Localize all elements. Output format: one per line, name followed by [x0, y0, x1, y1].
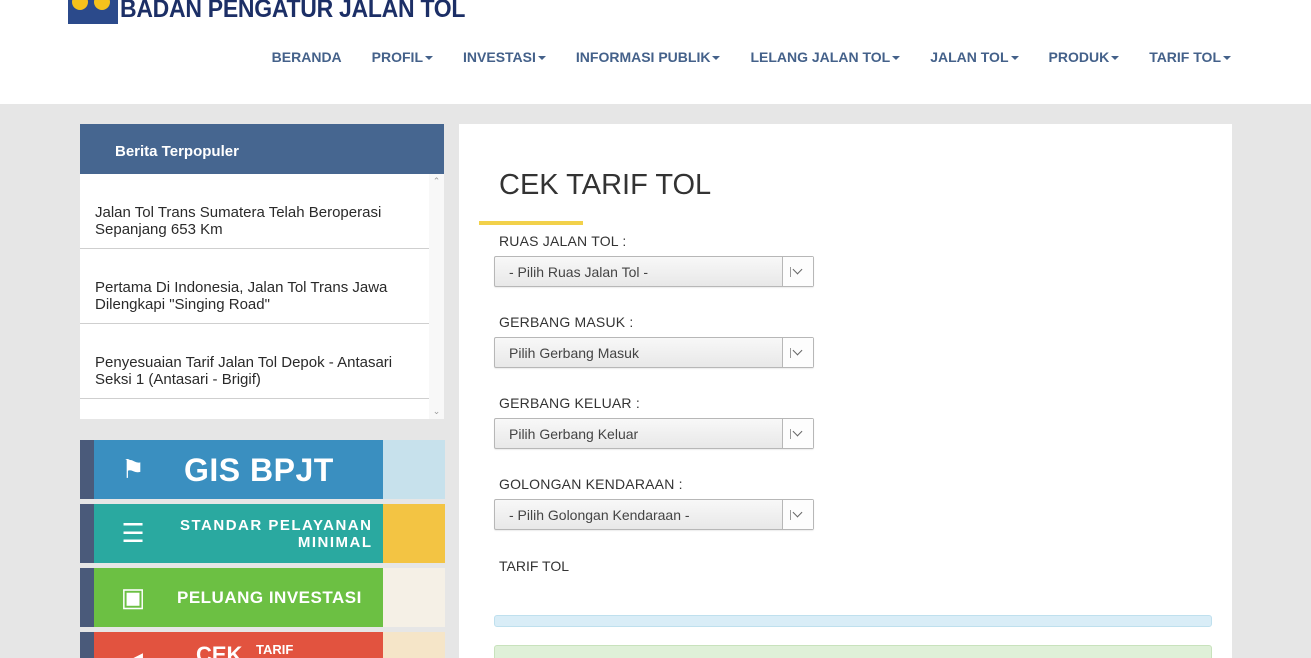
banner-label: PELUANG INVESTASI	[177, 588, 362, 607]
tarif-tol-label: TARIF TOL	[499, 558, 570, 574]
chevron-down-icon[interactable]	[782, 338, 813, 367]
ruas-select-value: - Pilih Ruas Jalan Tol -	[509, 264, 649, 280]
caret-down-icon	[1111, 56, 1120, 60]
golongan-label: GOLONGAN KENDARAAN :	[499, 476, 683, 492]
peluang-investasi-banner[interactable]: ▣ PELUANG INVESTASI	[80, 568, 445, 627]
nav-jalan-tol[interactable]: JALAN TOL	[930, 49, 1019, 65]
nav-lelang-jalan-tol[interactable]: LELANG JALAN TOL	[750, 49, 901, 65]
nav-beranda[interactable]: BERANDA	[272, 49, 342, 65]
map-pin-icon: ⚑	[121, 454, 145, 484]
caret-down-icon	[1010, 56, 1019, 60]
gis-bpjt-banner[interactable]: ⚑ GIS BPJT	[80, 440, 445, 499]
tarif-result-bar	[494, 615, 1212, 627]
nav-profil[interactable]: PROFIL	[371, 49, 434, 65]
nav-label: JALAN TOL	[930, 49, 1009, 65]
banner-label: GIS BPJT	[184, 452, 334, 488]
news-item[interactable]: Pertama Di Indonesia, Jalan Tol Trans Ja…	[80, 249, 429, 324]
nav-label: LELANG JALAN TOL	[750, 49, 891, 65]
popular-news-panel: Berita Terpopuler Jalan Tol Trans Sumate…	[80, 124, 444, 419]
nav-label: TARIF TOL	[1149, 49, 1221, 65]
scroll-up-icon[interactable]: ⌃	[432, 177, 441, 186]
caret-down-icon	[1223, 56, 1231, 60]
page-title: CEK TARIF TOL	[499, 169, 712, 201]
sidebar-banners: ⚑ GIS BPJT ☰ STANDAR PELAYANAN MINIMAL ▣ …	[80, 440, 445, 658]
popular-news-list: Jalan Tol Trans Sumatera Telah Beroperas…	[80, 174, 429, 419]
logo-text: BADAN PENGATUR JALAN TOL	[120, 0, 466, 23]
chevron-down-icon[interactable]	[782, 257, 813, 286]
gerbang-masuk-value: Pilih Gerbang Masuk	[509, 345, 639, 361]
cek-tarif-panel: CEK TARIF TOL RUAS JALAN TOL : - Pilih R…	[459, 124, 1232, 658]
site-header: BADAN PENGATUR JALAN TOL BERANDA PROFIL …	[0, 0, 1311, 104]
golongan-select[interactable]: - Pilih Golongan Kendaraan -	[494, 499, 814, 530]
nav-label: PRODUK	[1048, 49, 1110, 65]
caret-down-icon	[425, 56, 434, 60]
nav-produk[interactable]: PRODUK	[1049, 49, 1120, 65]
caret-down-icon	[712, 56, 721, 60]
money-illustration	[383, 632, 445, 658]
road-illustration	[383, 504, 445, 563]
standar-pelayanan-banner[interactable]: ☰ STANDAR PELAYANAN MINIMAL	[80, 504, 445, 563]
nav-label: PROFIL	[371, 49, 424, 65]
clipboard-icon: ☰	[121, 518, 145, 548]
scroll-down-icon[interactable]: ⌄	[432, 407, 441, 416]
chevron-down-icon[interactable]	[782, 500, 813, 529]
news-item[interactable]: Penyesuaian Tarif Jalan Tol Depok - Anta…	[80, 324, 429, 399]
popular-news-title: Berita Terpopuler	[80, 124, 444, 174]
title-underline	[479, 221, 583, 225]
banner-label: STANDAR PELAYANAN MINIMAL	[180, 517, 373, 551]
gerbang-keluar-select[interactable]: Pilih Gerbang Keluar	[494, 418, 814, 449]
main-nav: BERANDA PROFIL INVESTASI INFORMASI PUBLI…	[242, 49, 1231, 65]
cek-tarif-banner[interactable]: ◀ CEK TARIF	[80, 632, 445, 658]
nav-label: INFORMASI PUBLIK	[575, 49, 711, 65]
ruas-label: RUAS JALAN TOL :	[499, 233, 627, 249]
ruas-select[interactable]: - Pilih Ruas Jalan Tol -	[494, 256, 814, 287]
golongan-value: - Pilih Golongan Kendaraan -	[509, 507, 690, 523]
nav-informasi-publik[interactable]: INFORMASI PUBLIK	[576, 49, 721, 65]
nav-label: INVESTASI	[463, 49, 536, 65]
chevron-down-icon[interactable]	[782, 419, 813, 448]
gerbang-keluar-label: GERBANG KELUAR :	[499, 395, 640, 411]
gerbang-masuk-label: GERBANG MASUK :	[499, 314, 634, 330]
toll-gate-icon: ◀	[118, 645, 148, 658]
nav-investasi[interactable]: INVESTASI	[463, 49, 546, 65]
gerbang-keluar-value: Pilih Gerbang Keluar	[509, 426, 639, 442]
gerbang-masuk-select[interactable]: Pilih Gerbang Masuk	[494, 337, 814, 368]
nav-label: BERANDA	[271, 49, 342, 65]
site-logo[interactable]: BADAN PENGATUR JALAN TOL	[68, 0, 495, 24]
banner-label: CEK	[196, 642, 243, 658]
news-item[interactable]: Jalan Tol Trans Sumatera Telah Beroperas…	[80, 174, 429, 249]
news-scrollbar[interactable]: ⌃ ⌄	[429, 174, 444, 419]
briefcase-icon: ▣	[120, 582, 146, 612]
worker-illustration	[383, 568, 445, 627]
caret-down-icon	[892, 56, 901, 60]
map-illustration	[383, 440, 445, 499]
caret-down-icon	[537, 56, 546, 60]
banner-sublabel: TARIF	[256, 642, 294, 657]
logo-mark-icon	[68, 0, 118, 24]
nav-tarif-tol[interactable]: TARIF TOL	[1149, 49, 1231, 65]
info-note	[494, 645, 1212, 658]
